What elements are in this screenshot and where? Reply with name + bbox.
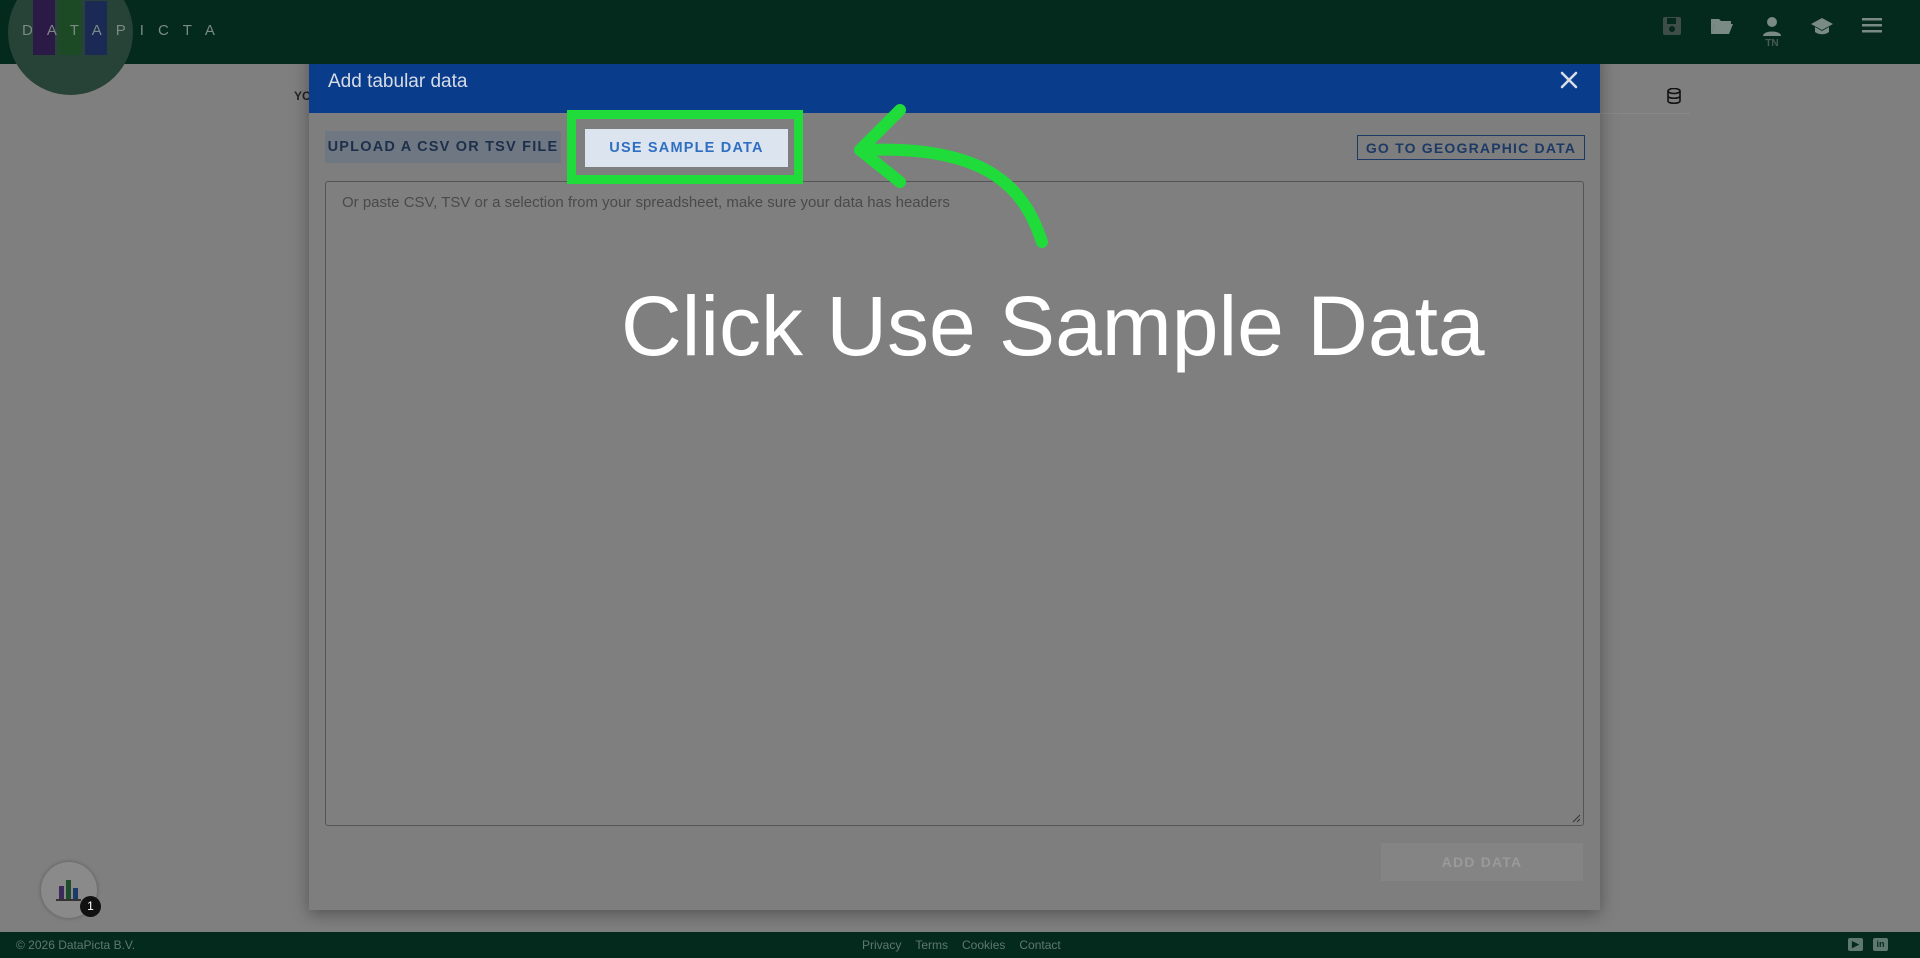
close-icon[interactable] xyxy=(1558,69,1580,91)
user-initials: TN xyxy=(1765,38,1779,49)
footer-links: Privacy Terms Cookies Contact xyxy=(862,938,1061,952)
save-icon[interactable] xyxy=(1660,16,1684,44)
tutorial-arrow-icon xyxy=(854,104,1048,248)
tutorial-highlight-box xyxy=(567,110,803,184)
dialog-title: Add tabular data xyxy=(328,71,468,92)
tutorial-instruction: Click Use Sample Data xyxy=(621,279,1485,373)
logo[interactable]: DATAPICTA xyxy=(8,0,215,95)
footer-link-privacy[interactable]: Privacy xyxy=(862,938,901,952)
resize-handle-icon[interactable] xyxy=(1572,814,1581,823)
top-app-bar: DATAPICTA TN xyxy=(0,0,1920,95)
go-to-geographic-data-button[interactable]: GO TO GEOGRAPHIC DATA xyxy=(1357,135,1585,160)
logo-text: DATAPICTA xyxy=(22,22,229,39)
upload-csv-button[interactable]: UPLOAD A CSV OR TSV FILE xyxy=(325,131,561,163)
copyright-text: © 2026 DataPicta B.V. xyxy=(16,938,136,952)
folder-open-icon[interactable] xyxy=(1710,16,1734,44)
notification-badge: 1 xyxy=(80,896,101,917)
add-data-button[interactable]: ADD DATA xyxy=(1381,843,1583,881)
top-toolbar: TN xyxy=(1660,16,1884,49)
menu-icon[interactable] xyxy=(1860,16,1884,44)
footer-link-cookies[interactable]: Cookies xyxy=(962,938,1005,952)
logo-circle xyxy=(8,0,133,95)
background-divider xyxy=(1590,113,1690,114)
footer-link-terms[interactable]: Terms xyxy=(915,938,948,952)
user-icon[interactable]: TN xyxy=(1760,16,1784,49)
database-icon[interactable] xyxy=(1667,87,1681,109)
footer-link-contact[interactable]: Contact xyxy=(1019,938,1060,952)
graduation-cap-icon[interactable] xyxy=(1810,16,1834,44)
linkedin-icon[interactable]: in xyxy=(1873,938,1888,951)
social-links: ▶ in xyxy=(1848,938,1888,951)
footer: © 2026 DataPicta B.V. Privacy Terms Cook… xyxy=(0,932,1920,958)
bar-chart-icon xyxy=(56,880,81,901)
youtube-icon[interactable]: ▶ xyxy=(1848,938,1863,951)
